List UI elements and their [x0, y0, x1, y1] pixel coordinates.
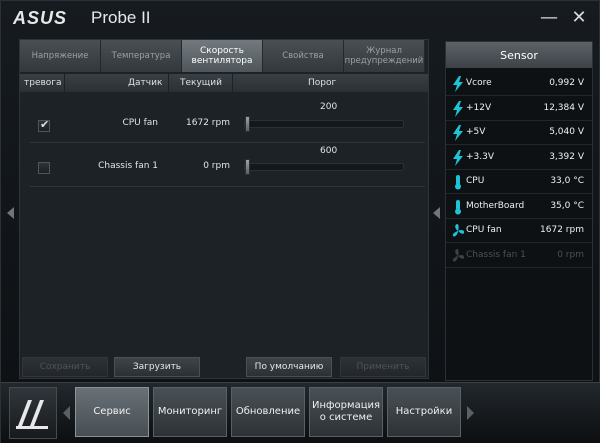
svg-text:ASUS: ASUS — [13, 8, 67, 28]
alarm-checkbox-chassis-fan[interactable] — [38, 162, 50, 174]
sensor-label: Chassis fan 1 — [466, 249, 526, 260]
fan-name: Chassis fan 1 — [98, 161, 158, 171]
nav-left-arrow[interactable] — [63, 406, 70, 420]
sensor-value: 33,0 °C — [550, 176, 584, 186]
sensor-value: 0,992 V — [549, 78, 584, 88]
load-button[interactable]: Загрузить — [114, 357, 200, 377]
nav-monitoring[interactable]: Мониторинг — [153, 387, 227, 437]
fan-name: CPU fan — [122, 118, 158, 128]
fan-icon — [451, 223, 465, 239]
close-button[interactable]: ✕ — [567, 6, 591, 30]
ai-suite-logo — [9, 387, 57, 439]
column-current: Текущий — [180, 78, 222, 88]
sensor-label: MotherBoard — [466, 200, 525, 211]
checkmark-icon: ✔ — [40, 118, 50, 131]
nav-settings[interactable]: Настройки — [387, 387, 461, 437]
sensor-panel-toggle-arrow[interactable] — [433, 207, 440, 219]
nav-system-info[interactable]: Информация о системе — [309, 387, 383, 437]
sensor-label: Vcore — [466, 78, 492, 88]
probe-window: ASUS Probe II — ✕ Напряжение Температура… — [0, 0, 600, 443]
tab-temperature[interactable]: Температура — [101, 40, 182, 72]
sensor-label: CPU — [466, 176, 485, 186]
sensor-value: 35,0 °C — [550, 200, 584, 211]
threshold-value: 600 — [320, 146, 338, 156]
sensor-header: Sensor — [446, 42, 592, 68]
voltage-icon — [451, 100, 465, 117]
sensor-value: 1672 rpm — [540, 225, 584, 235]
fan-speed-value: 1672 rpm — [186, 118, 230, 128]
threshold-slider-thumb[interactable] — [245, 116, 250, 132]
row-divider — [30, 142, 425, 143]
column-alarm: тревога — [24, 78, 62, 88]
sensor-label: +12V — [466, 102, 492, 113]
sensor-panel: Sensor Vcore 0,992 V +12V 12,384 V +5V 5,040 … — [445, 41, 593, 381]
sensor-row: CPU fan 1672 rpm — [446, 219, 592, 243]
nav-update[interactable]: Обновление — [231, 387, 305, 437]
sensor-value: 12,384 V — [543, 102, 584, 113]
alarm-checkbox-cpu-fan[interactable]: ✔ — [38, 118, 50, 132]
action-bar: Сохранить Загрузить По умолчанию Примени… — [20, 356, 428, 378]
threshold-slider-cpu-fan[interactable] — [244, 120, 404, 128]
threshold-slider-chassis-fan[interactable] — [244, 163, 404, 171]
voltage-icon — [451, 76, 465, 92]
sensor-row: +5V 5,040 V — [446, 121, 592, 145]
sensor-row: Vcore 0,992 V — [446, 72, 592, 96]
tab-voltage[interactable]: Напряжение — [20, 40, 101, 72]
sensor-label: CPU fan — [466, 225, 502, 235]
apply-button[interactable]: Применить — [340, 357, 426, 377]
asus-logo: ASUS — [13, 8, 67, 28]
voltage-icon — [451, 125, 465, 141]
nav-service[interactable]: Сервис — [75, 387, 149, 437]
sensor-value: 0 rpm — [557, 249, 584, 260]
column-sensor: Датчик — [128, 78, 163, 88]
threshold-value: 200 — [320, 102, 338, 112]
threshold-slider-thumb[interactable] — [245, 159, 250, 175]
tab-bar: Напряжение Температура Скорость вентилят… — [20, 40, 428, 72]
default-button[interactable]: По умолчанию — [246, 357, 332, 377]
sensor-label: +3.3V — [466, 151, 495, 162]
fan-speed-panel: Напряжение Температура Скорость вентилят… — [19, 39, 429, 379]
sensor-value: 3,392 V — [549, 151, 584, 162]
panel-left-arrow[interactable] — [7, 207, 14, 219]
app-title: Probe II — [91, 8, 151, 27]
sensor-row: CPU 33,0 °C — [446, 170, 592, 194]
bottom-nav: Сервис Мониторинг Обновление Информация … — [1, 382, 600, 443]
sensor-row: Chassis fan 1 0 rpm — [446, 244, 592, 268]
column-threshold: Порог — [308, 78, 337, 88]
sensor-row: +12V 12,384 V — [446, 97, 592, 121]
tab-warning-log[interactable]: Журнал предупреждений — [344, 40, 425, 72]
minimize-button[interactable]: — — [537, 6, 561, 30]
thermometer-icon — [451, 199, 465, 215]
fan-speed-value: 0 rpm — [203, 161, 230, 171]
column-header: тревога Датчик Текущий Порог — [20, 74, 428, 92]
sensor-row: +3.3V 3,392 V — [446, 146, 592, 170]
thermometer-icon — [451, 174, 465, 190]
sensor-value: 5,040 V — [549, 127, 584, 137]
nav-right-arrow[interactable] — [467, 406, 474, 420]
tab-fan-speed[interactable]: Скорость вентилятора — [182, 40, 263, 72]
fan-row-cpu: ✔ CPU fan 1672 rpm 200 — [20, 100, 428, 148]
voltage-icon — [451, 149, 465, 166]
row-divider — [30, 186, 425, 187]
tab-properties[interactable]: Свойства — [263, 40, 344, 72]
title-bar[interactable]: ASUS Probe II — ✕ — [1, 1, 600, 35]
fan-icon — [451, 248, 465, 264]
sensor-label: +5V — [466, 127, 486, 137]
sensor-row: MotherBoard 35,0 °C — [446, 195, 592, 219]
save-button[interactable]: Сохранить — [22, 357, 108, 377]
